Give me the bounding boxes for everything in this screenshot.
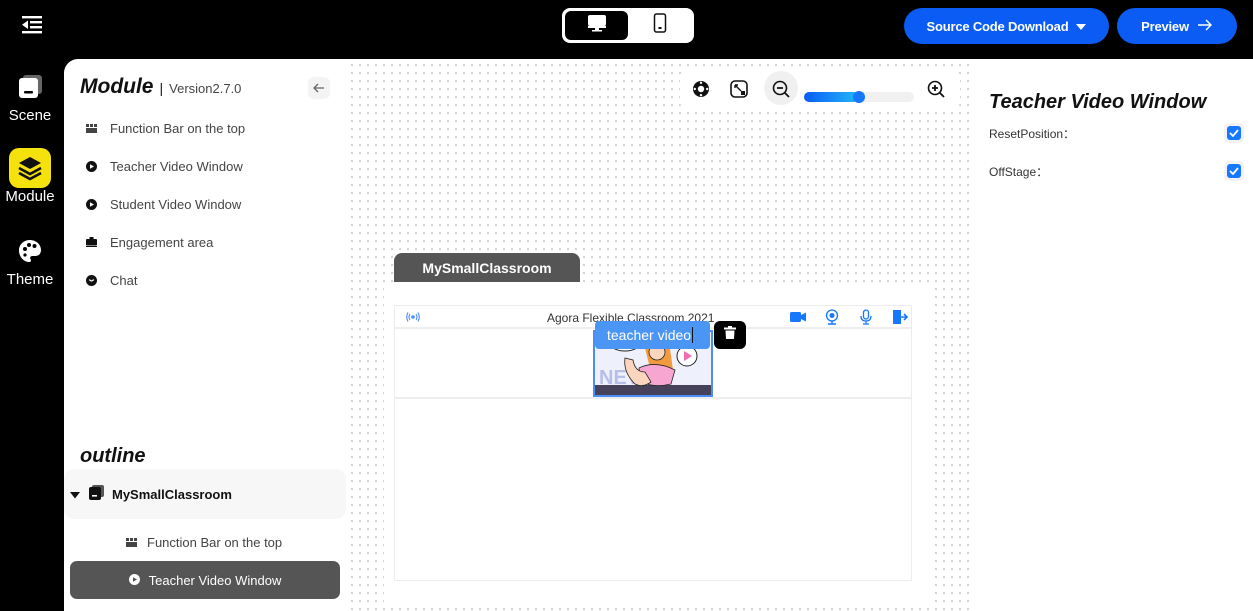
zoom-slider-thumb[interactable] (853, 91, 865, 103)
palette-icon (9, 231, 51, 271)
preview-button[interactable]: Preview (1117, 8, 1237, 44)
rail-item-theme[interactable]: Theme (0, 231, 60, 288)
zoom-out-icon[interactable] (770, 78, 792, 100)
zoom-toolbar (680, 67, 960, 111)
caret-down-icon (1076, 19, 1087, 34)
rail-item-scene[interactable]: Scene (0, 67, 60, 124)
signal-icon (405, 309, 421, 325)
function-bar-icon (86, 123, 97, 134)
module-item-chat[interactable]: Chat (86, 261, 245, 299)
zoom-slider[interactable] (804, 91, 914, 103)
desktop-view-button[interactable] (565, 11, 628, 40)
properties-title: Teacher Video Window (989, 91, 1207, 113)
module-label: Engagement area (110, 234, 214, 250)
module-list: Function Bar on the top Teacher Video Wi… (86, 109, 245, 299)
source-code-download-label: Source Code Download (926, 18, 1069, 34)
panel-header: Module | Version2.7.0 (80, 75, 241, 99)
module-item-engagement[interactable]: Engagement area (86, 223, 245, 261)
option-offstage: OffStage： (989, 161, 1244, 181)
panel-title: Module (80, 75, 154, 98)
mobile-icon (653, 13, 667, 38)
function-bar-icon (126, 535, 137, 550)
rail-label-scene: Scene (8, 107, 52, 124)
arrow-left-icon (313, 81, 325, 96)
module-label: Teacher Video Window (110, 158, 243, 174)
source-code-download-button[interactable]: Source Code Download (904, 8, 1109, 44)
design-canvas[interactable]: MySmallClassroom Agora Flexible Classroo… (346, 59, 972, 611)
module-label: Chat (110, 272, 138, 288)
teacher-label-text: teacher video (607, 327, 692, 343)
side-rail: Scene Module Theme (0, 59, 64, 611)
collapse-panel-button[interactable] (308, 77, 330, 99)
device-toggle (562, 8, 694, 43)
camera-icon[interactable] (790, 309, 806, 325)
outline-root-item[interactable]: MySmallClassroom (64, 469, 346, 519)
classroom-tab[interactable]: MySmallClassroom (394, 253, 580, 282)
outline-root-label: MySmallClassroom (112, 486, 232, 502)
classroom-frame: Agora Flexible Classroom 2021 teacher vi… (394, 305, 912, 581)
desktop-icon (587, 14, 607, 37)
play-circle-icon (128, 573, 140, 588)
layers-icon (9, 148, 51, 188)
version-label: Version2.7.0 (169, 81, 242, 96)
mobile-view-button[interactable] (628, 11, 691, 40)
caret-down-icon[interactable] (70, 487, 80, 502)
fit-screen-icon[interactable] (728, 78, 750, 100)
zoom-in-icon[interactable] (925, 78, 947, 100)
preview-label: Preview (1141, 18, 1189, 34)
check-icon (1229, 164, 1239, 178)
properties-panel: Teacher Video Window ResetPosition： OffS… (972, 59, 1253, 611)
module-label: Function Bar on the top (110, 120, 246, 136)
rail-label-module: Module (5, 188, 55, 205)
exit-icon[interactable] (892, 309, 908, 325)
rail-label-theme: Theme (6, 271, 54, 288)
play-circle-icon (86, 198, 97, 210)
module-panel: Module | Version2.7.0 Function Bar on th… (64, 59, 346, 611)
rail-item-module[interactable]: Module (0, 148, 60, 205)
trash-icon (724, 326, 736, 344)
briefcase-icon (86, 237, 97, 248)
microphone-icon[interactable] (858, 309, 874, 325)
module-item-student-video[interactable]: Student Video Window (86, 185, 245, 223)
module-label: Student Video Window (110, 196, 242, 212)
check-icon (1229, 126, 1239, 140)
chat-icon (86, 274, 97, 286)
title-separator: | (159, 80, 164, 96)
outline-item-teacher-video[interactable]: Teacher Video Window (70, 561, 340, 599)
outline-title: outline (80, 445, 146, 467)
top-bar: Source Code Download Preview (0, 0, 1253, 59)
reset-view-icon[interactable] (690, 78, 712, 100)
reset-position-checkbox[interactable] (1224, 123, 1244, 143)
option-label: OffStage： (989, 164, 1049, 179)
collapse-menu-icon[interactable] (20, 15, 44, 35)
zoom-slider-fill (804, 92, 859, 102)
module-item-teacher-video[interactable]: Teacher Video Window (86, 147, 245, 185)
outline-item-label: Teacher Video Window (148, 572, 282, 588)
webcam-icon[interactable] (824, 309, 840, 325)
outline-item-label: Function Bar on the top (147, 534, 283, 550)
offstage-checkbox[interactable] (1224, 161, 1244, 181)
play-circle-icon (86, 160, 97, 172)
arrow-right-icon (1197, 19, 1213, 34)
option-reset-position: ResetPosition： (989, 123, 1244, 143)
option-label: ResetPosition： (989, 126, 1076, 141)
module-item-function-bar[interactable]: Function Bar on the top (86, 109, 245, 147)
outline-item-function-bar[interactable]: Function Bar on the top (126, 529, 282, 555)
scene-icon (9, 67, 51, 107)
teacher-video-row: teacher video NEVER (395, 321, 911, 399)
text-caret (692, 327, 694, 343)
teacher-label-input[interactable]: teacher video (595, 321, 710, 349)
classroom-icon (88, 485, 104, 503)
classroom-preview: Agora Flexible Classroom 2021 teacher vi… (384, 282, 932, 605)
delete-button[interactable] (714, 321, 746, 349)
